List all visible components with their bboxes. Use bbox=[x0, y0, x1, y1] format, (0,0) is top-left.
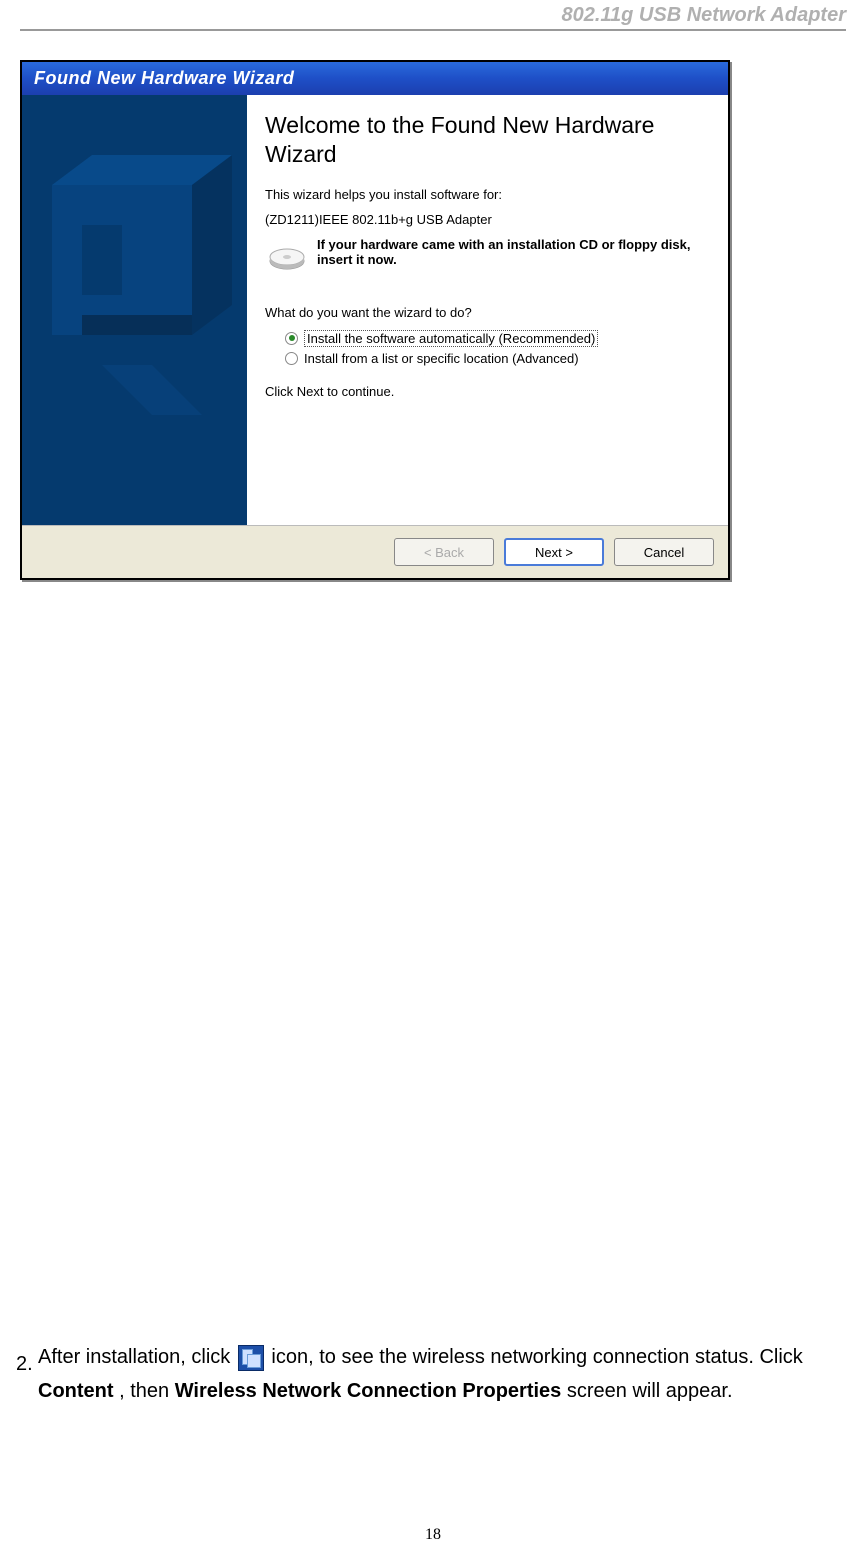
instruction-bold2: Wireless Network Connection Properties bbox=[175, 1380, 562, 1402]
device-name: (ZD1211)IEEE 802.11b+g USB Adapter bbox=[265, 212, 710, 227]
radio-group: Install the software automatically (Reco… bbox=[285, 330, 710, 366]
radio-auto-label: Install the software automatically (Reco… bbox=[304, 330, 598, 347]
side-graphic bbox=[22, 95, 247, 525]
page-number: 18 bbox=[0, 1526, 866, 1544]
wizard-heading: Welcome to the Found New Hardware Wizard bbox=[265, 111, 710, 169]
radio-advanced-label: Install from a list or specific location… bbox=[304, 351, 579, 366]
radio-option-advanced[interactable]: Install from a list or specific location… bbox=[285, 351, 710, 366]
continue-hint: Click Next to continue. bbox=[265, 384, 710, 399]
instruction-step-2: 2. After installation, click icon, to se… bbox=[38, 1340, 826, 1408]
wizard-intro: This wizard helps you install software f… bbox=[265, 187, 710, 202]
cancel-button[interactable]: Cancel bbox=[614, 538, 714, 566]
radio-checked-icon bbox=[285, 332, 298, 345]
instruction-part2: icon, to see the wireless networking con… bbox=[271, 1346, 802, 1368]
cd-icon bbox=[265, 237, 309, 281]
instruction-part4: screen will appear. bbox=[567, 1380, 733, 1402]
network-connection-icon bbox=[238, 1345, 264, 1371]
button-bar: < Back Next > Cancel bbox=[22, 525, 728, 578]
wizard-question: What do you want the wizard to do? bbox=[265, 305, 710, 320]
step-number: 2. bbox=[16, 1347, 33, 1381]
titlebar: Found New Hardware Wizard bbox=[22, 62, 728, 95]
instruction-bold1: Content bbox=[38, 1380, 114, 1402]
radio-unchecked-icon bbox=[285, 352, 298, 365]
dialog-body: Welcome to the Found New Hardware Wizard… bbox=[22, 95, 728, 525]
cd-hint-row: If your hardware came with an installati… bbox=[265, 237, 710, 281]
page-header: 802.11g USB Network Adapter bbox=[20, 0, 846, 31]
next-button-label: Next > bbox=[535, 545, 573, 560]
dialog-content: Welcome to the Found New Hardware Wizard… bbox=[247, 95, 728, 525]
titlebar-text: Found New Hardware Wizard bbox=[34, 68, 294, 88]
cancel-button-label: Cancel bbox=[644, 545, 684, 560]
instruction-part1: After installation, click bbox=[38, 1346, 236, 1368]
instruction-part3: , then bbox=[119, 1380, 175, 1402]
next-button[interactable]: Next > bbox=[504, 538, 604, 566]
wizard-side-icon bbox=[22, 95, 247, 525]
back-button-label: < Back bbox=[424, 545, 464, 560]
back-button[interactable]: < Back bbox=[394, 538, 494, 566]
cd-hint-text: If your hardware came with an installati… bbox=[317, 237, 710, 267]
document-title: 802.11g USB Network Adapter bbox=[561, 4, 846, 26]
radio-option-auto[interactable]: Install the software automatically (Reco… bbox=[285, 330, 710, 347]
wizard-dialog: Found New Hardware Wizard Welcome to the… bbox=[20, 60, 730, 580]
